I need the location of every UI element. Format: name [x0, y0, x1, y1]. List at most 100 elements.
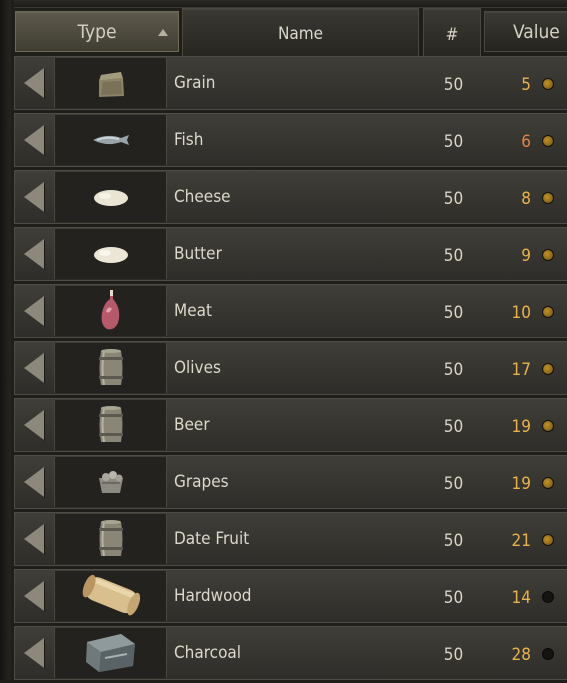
value-column-header[interactable]: Value	[484, 11, 567, 52]
status-indicator[interactable]	[542, 591, 554, 603]
left-arrow-icon	[24, 182, 44, 212]
status-indicator[interactable]	[542, 477, 554, 489]
top-frame-strip	[14, 0, 567, 8]
row-action-button[interactable]	[16, 58, 52, 108]
status-indicator[interactable]	[542, 135, 554, 147]
goods-row[interactable]: Date Fruit 50 21	[14, 512, 567, 566]
row-action-button[interactable]	[16, 514, 52, 564]
goods-row[interactable]: Hardwood 50 14	[14, 569, 567, 623]
item-value: 14	[511, 588, 531, 608]
status-indicator[interactable]	[542, 534, 554, 546]
item-value: 17	[511, 360, 531, 380]
grain-sack-icon	[54, 58, 167, 108]
hardwood-log-icon	[54, 571, 167, 621]
left-arrow-icon	[24, 239, 44, 269]
item-value: 10	[511, 303, 531, 323]
grape-basket-icon	[54, 457, 167, 507]
left-arrow-icon	[24, 410, 44, 440]
row-action-button[interactable]	[16, 229, 52, 279]
item-quantity: 50	[443, 531, 464, 551]
item-value: 9	[521, 246, 531, 266]
left-arrow-icon	[24, 524, 44, 554]
row-action-button[interactable]	[16, 571, 52, 621]
barrel-icon	[54, 343, 167, 393]
item-value: 6	[521, 132, 531, 152]
row-action-button[interactable]	[16, 457, 52, 507]
row-action-button[interactable]	[16, 343, 52, 393]
goods-row[interactable]: Charcoal 50 28	[14, 626, 567, 680]
type-column-header[interactable]: Type	[15, 11, 179, 52]
item-quantity: 50	[443, 75, 464, 95]
row-action-button[interactable]	[16, 628, 52, 678]
item-name: Beer	[174, 415, 210, 435]
goods-row[interactable]: Cheese 50 8	[14, 170, 567, 224]
butter-icon	[54, 229, 167, 279]
item-name: Butter	[174, 244, 222, 264]
item-quantity: 50	[443, 189, 464, 209]
barrel-icon	[54, 400, 167, 450]
item-value: 21	[511, 531, 531, 551]
item-quantity: 50	[443, 132, 464, 152]
barrel-icon	[54, 514, 167, 564]
left-arrow-icon	[24, 353, 44, 383]
item-name: Meat	[174, 301, 212, 321]
charcoal-icon	[54, 628, 167, 678]
item-value: 8	[521, 189, 531, 209]
meat-icon	[54, 286, 167, 336]
value-header-label: Value	[513, 20, 560, 43]
status-indicator[interactable]	[542, 192, 554, 204]
item-name: Hardwood	[174, 586, 252, 606]
goods-row[interactable]: Grapes 50 19	[14, 455, 567, 509]
type-header-label: Type	[77, 20, 117, 43]
item-quantity: 50	[443, 417, 464, 437]
item-quantity: 50	[443, 360, 464, 380]
item-value: 19	[511, 417, 531, 437]
goods-row[interactable]: Olives 50 17	[14, 341, 567, 395]
item-value: 19	[511, 474, 531, 494]
goods-row[interactable]: Butter 50 9	[14, 227, 567, 281]
goods-row[interactable]: Beer 50 19	[14, 398, 567, 452]
left-arrow-icon	[24, 296, 44, 326]
item-name: Charcoal	[174, 643, 242, 663]
item-name: Fish	[174, 130, 204, 150]
item-name: Grain	[174, 73, 216, 93]
fish-icon	[54, 115, 167, 165]
item-value: 5	[521, 75, 531, 95]
cheese-icon	[54, 172, 167, 222]
item-name: Grapes	[174, 472, 229, 492]
item-quantity: 50	[443, 645, 464, 665]
item-name: Cheese	[174, 187, 231, 207]
left-frame-edge	[0, 0, 11, 680]
left-arrow-icon	[24, 68, 44, 98]
left-arrow-icon	[24, 581, 44, 611]
goods-row[interactable]: Grain 50 5	[14, 56, 567, 110]
left-arrow-icon	[24, 638, 44, 668]
table-header: Type Name # Value	[0, 8, 567, 62]
quantity-header-label: #	[445, 25, 459, 45]
name-column-header[interactable]: Name	[182, 8, 419, 60]
row-action-button[interactable]	[16, 286, 52, 336]
item-quantity: 50	[443, 246, 464, 266]
row-action-button[interactable]	[16, 172, 52, 222]
left-arrow-icon	[24, 467, 44, 497]
status-indicator[interactable]	[542, 420, 554, 432]
goods-row[interactable]: Fish 50 6	[14, 113, 567, 167]
item-quantity: 50	[443, 588, 464, 608]
status-indicator[interactable]	[542, 78, 554, 90]
row-action-button[interactable]	[16, 115, 52, 165]
item-name: Olives	[174, 358, 221, 378]
item-value: 28	[511, 645, 531, 665]
sort-ascending-icon	[158, 29, 168, 36]
row-action-button[interactable]	[16, 400, 52, 450]
name-header-label: Name	[277, 24, 324, 44]
status-indicator[interactable]	[542, 306, 554, 318]
item-quantity: 50	[443, 303, 464, 323]
quantity-column-header[interactable]: #	[423, 8, 481, 62]
status-indicator[interactable]	[542, 249, 554, 261]
left-arrow-icon	[24, 125, 44, 155]
goods-row[interactable]: Meat 50 10	[14, 284, 567, 338]
status-indicator[interactable]	[542, 648, 554, 660]
item-quantity: 50	[443, 474, 464, 494]
item-name: Date Fruit	[174, 529, 250, 549]
status-indicator[interactable]	[542, 363, 554, 375]
